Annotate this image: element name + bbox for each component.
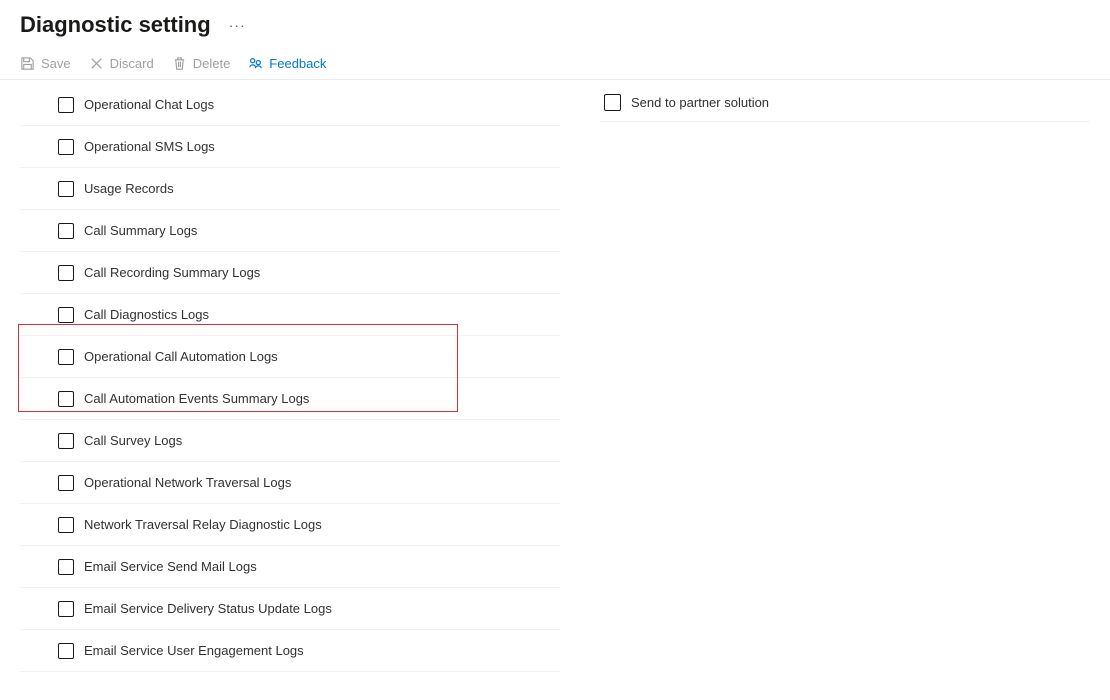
log-label: Usage Records	[84, 181, 174, 196]
log-label: Call Diagnostics Logs	[84, 307, 209, 322]
log-label: Operational Call Automation Logs	[84, 349, 278, 364]
save-icon	[20, 56, 35, 71]
delete-icon	[172, 56, 187, 71]
log-category-row: Operational SMS Logs	[20, 126, 560, 168]
log-label: Call Survey Logs	[84, 433, 182, 448]
log-category-row: Operational Chat Logs	[20, 84, 560, 126]
log-category-row: Operational Network Traversal Logs	[20, 462, 560, 504]
log-checkbox[interactable]	[58, 181, 74, 197]
log-category-row: Call Survey Logs	[20, 420, 560, 462]
log-label: Call Summary Logs	[84, 223, 197, 238]
discard-icon	[89, 56, 104, 71]
log-checkbox[interactable]	[58, 559, 74, 575]
log-checkbox[interactable]	[58, 223, 74, 239]
log-category-row: Usage Records	[20, 168, 560, 210]
log-category-row: Call Automation Events Summary Logs	[20, 378, 560, 420]
log-checkbox[interactable]	[58, 475, 74, 491]
page-header: Diagnostic setting ···	[0, 0, 1110, 46]
log-category-row: Call Recording Summary Logs	[20, 252, 560, 294]
log-checkbox[interactable]	[58, 643, 74, 659]
log-checkbox[interactable]	[58, 349, 74, 365]
log-checkbox[interactable]	[58, 307, 74, 323]
partner-label: Send to partner solution	[631, 95, 769, 110]
destination-list: Send to partner solution	[600, 84, 1090, 122]
log-label: Network Traversal Relay Diagnostic Logs	[84, 517, 322, 532]
command-bar: Save Discard Delete Feedback	[0, 46, 1110, 80]
log-label: Operational Network Traversal Logs	[84, 475, 291, 490]
page-title: Diagnostic setting	[20, 12, 211, 38]
log-category-row: Call Diagnostics Logs	[20, 294, 560, 336]
log-checkbox[interactable]	[58, 265, 74, 281]
log-label: Operational SMS Logs	[84, 139, 215, 154]
destination-row: Send to partner solution	[600, 84, 1090, 122]
logs-category-list: Operational Chat Logs Operational SMS Lo…	[20, 84, 560, 672]
log-label: Email Service Send Mail Logs	[84, 559, 257, 574]
feedback-button[interactable]: Feedback	[248, 56, 326, 71]
log-category-row: Email Service User Engagement Logs	[20, 630, 560, 672]
log-checkbox[interactable]	[58, 97, 74, 113]
log-checkbox[interactable]	[58, 517, 74, 533]
more-icon[interactable]: ···	[229, 17, 246, 33]
log-label: Operational Chat Logs	[84, 97, 214, 112]
log-category-row: Operational Call Automation Logs	[20, 336, 560, 378]
partner-checkbox[interactable]	[604, 94, 621, 111]
delete-button[interactable]: Delete	[172, 56, 231, 71]
log-category-row: Email Service Delivery Status Update Log…	[20, 588, 560, 630]
log-category-row: Network Traversal Relay Diagnostic Logs	[20, 504, 560, 546]
log-checkbox[interactable]	[58, 139, 74, 155]
feedback-icon	[248, 56, 263, 71]
discard-button[interactable]: Discard	[89, 56, 154, 71]
log-label: Email Service Delivery Status Update Log…	[84, 601, 332, 616]
log-label: Call Automation Events Summary Logs	[84, 391, 309, 406]
log-checkbox[interactable]	[58, 433, 74, 449]
save-button[interactable]: Save	[20, 56, 71, 71]
log-checkbox[interactable]	[58, 391, 74, 407]
log-category-row: Call Summary Logs	[20, 210, 560, 252]
log-checkbox[interactable]	[58, 601, 74, 617]
log-category-row: Email Service Send Mail Logs	[20, 546, 560, 588]
log-label: Email Service User Engagement Logs	[84, 643, 304, 658]
log-label: Call Recording Summary Logs	[84, 265, 260, 280]
